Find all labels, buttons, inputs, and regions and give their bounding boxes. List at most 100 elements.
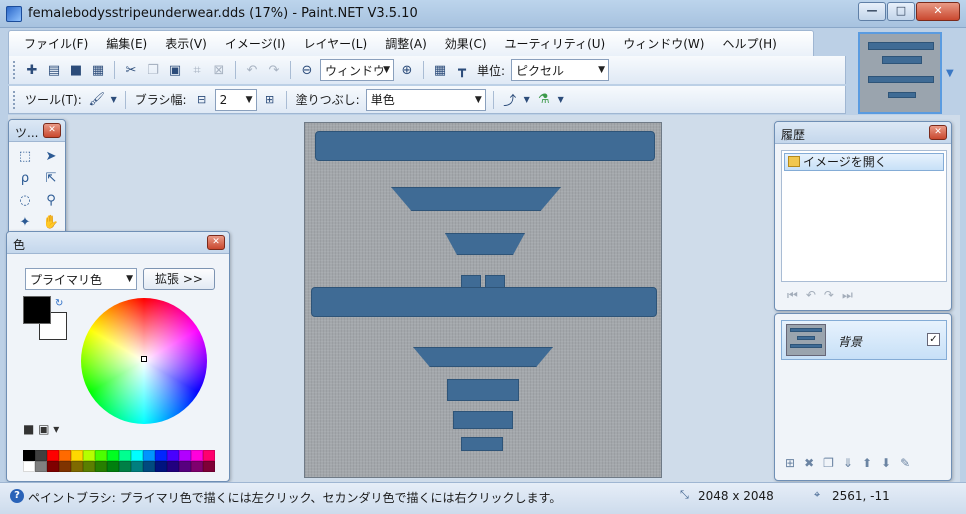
- menu-image[interactable]: イメージ(I): [216, 35, 295, 52]
- fast-forward-icon[interactable]: ⏭: [842, 288, 861, 302]
- merge-down-icon[interactable]: ⇓: [843, 456, 862, 470]
- palette-swatch[interactable]: [47, 461, 59, 472]
- redo-icon[interactable]: ↷: [824, 288, 842, 302]
- palette-swatch[interactable]: [95, 450, 107, 461]
- color-wheel-cursor[interactable]: [141, 356, 147, 362]
- deselect-icon[interactable]: ⊠: [209, 60, 229, 80]
- menu-adjustments[interactable]: 調整(A): [376, 35, 436, 52]
- pan-icon[interactable]: ✋: [40, 212, 62, 232]
- crop-icon[interactable]: ⌗: [187, 60, 207, 80]
- paintnet-app-icon[interactable]: [6, 6, 22, 22]
- zoom-in-icon[interactable]: ⊕: [397, 60, 417, 80]
- zoom-icon[interactable]: ⚲: [40, 190, 62, 210]
- palette-swatch[interactable]: [167, 461, 179, 472]
- palette-swatch[interactable]: [119, 461, 131, 472]
- primary-color-swatch[interactable]: [23, 296, 51, 324]
- palette-swatch[interactable]: [107, 461, 119, 472]
- palette-swatch[interactable]: [167, 450, 179, 461]
- magic-wand-icon[interactable]: ✦: [14, 212, 36, 232]
- layer-visibility-checkbox[interactable]: ✓: [927, 333, 940, 346]
- palette-swatch[interactable]: [179, 450, 191, 461]
- chevron-down-icon[interactable]: ▼: [522, 90, 532, 110]
- palette-swatch[interactable]: [71, 461, 83, 472]
- palette-swatch[interactable]: [131, 450, 143, 461]
- move-down-icon[interactable]: ⬇: [881, 456, 900, 470]
- tools-window-caption[interactable]: ツ... ✕: [9, 120, 65, 142]
- antialiasing-icon[interactable]: ⤴: [500, 90, 520, 110]
- palette-swatch[interactable]: [23, 450, 35, 461]
- open-file-icon[interactable]: ▤: [44, 60, 64, 80]
- image-thumbnail[interactable]: [858, 32, 942, 114]
- redo-icon[interactable]: ↷: [264, 60, 284, 80]
- history-window-caption[interactable]: 履歴 ✕: [775, 122, 951, 144]
- undo-icon[interactable]: ↶: [242, 60, 262, 80]
- menu-window[interactable]: ウィンドウ(W): [614, 35, 713, 52]
- menu-view[interactable]: 表示(V): [156, 35, 216, 52]
- palette-swatch[interactable]: [119, 450, 131, 461]
- paintbrush-icon[interactable]: 🖌: [87, 90, 107, 110]
- palette-swatch[interactable]: [155, 461, 167, 472]
- palette-swatch[interactable]: [23, 461, 35, 472]
- palette-swatch[interactable]: [143, 450, 155, 461]
- color-mode-dropdown[interactable]: プライマリ色 ▼: [25, 268, 137, 290]
- palette-swatch[interactable]: [179, 461, 191, 472]
- menu-edit[interactable]: 編集(E): [97, 35, 156, 52]
- chevron-down-icon[interactable]: ▼: [109, 90, 119, 110]
- grid-icon[interactable]: ▦: [430, 60, 450, 80]
- menu-layers[interactable]: レイヤー(L): [294, 35, 376, 52]
- rectangle-select-icon[interactable]: ⬚: [14, 146, 36, 166]
- undo-icon[interactable]: ↶: [806, 288, 824, 302]
- palette-swatch[interactable]: [155, 450, 167, 461]
- layer-properties-icon[interactable]: ✎: [900, 456, 919, 470]
- copy-icon[interactable]: ❐: [143, 60, 163, 80]
- palette-swatch[interactable]: [203, 461, 215, 472]
- palette-menu-icon[interactable]: ■ ▣ ▾: [23, 422, 59, 436]
- minimize-button[interactable]: —: [858, 2, 886, 21]
- close-icon[interactable]: ✕: [207, 235, 225, 250]
- brush-width-dropdown[interactable]: 2 ▼: [214, 88, 257, 111]
- palette-swatch[interactable]: [203, 450, 215, 461]
- move-icon[interactable]: ⇱: [40, 168, 62, 188]
- delete-layer-icon[interactable]: ✖: [804, 456, 823, 470]
- duplicate-layer-icon[interactable]: ❐: [823, 456, 843, 470]
- menu-help[interactable]: ヘルプ(H): [713, 35, 785, 52]
- palette-swatch[interactable]: [83, 461, 95, 472]
- palette-swatch[interactable]: [83, 450, 95, 461]
- colors-window-caption[interactable]: 色 ✕: [7, 232, 229, 254]
- ruler-icon[interactable]: ┳: [452, 60, 472, 80]
- zoom-out-icon[interactable]: ⊖: [297, 60, 317, 80]
- close-icon[interactable]: ✕: [929, 125, 947, 140]
- fill-dropdown[interactable]: 単色 ▼: [365, 88, 486, 111]
- blend-mode-icon[interactable]: ⚗: [534, 90, 554, 110]
- layer-item[interactable]: 背景 ✓: [781, 320, 947, 360]
- expand-button[interactable]: 拡張 >>: [143, 268, 215, 290]
- palette-swatch[interactable]: [59, 461, 71, 472]
- palette-swatch[interactable]: [143, 461, 155, 472]
- zoom-dropdown[interactable]: ウィンドウ ▼: [320, 59, 394, 81]
- swap-colors-icon[interactable]: ↻: [55, 298, 63, 309]
- new-file-icon[interactable]: ✚: [22, 60, 42, 80]
- palette-swatch[interactable]: [35, 450, 47, 461]
- palette-swatch[interactable]: [107, 450, 119, 461]
- close-button[interactable]: ✕: [916, 2, 960, 21]
- move-selection-icon[interactable]: ➤: [40, 146, 62, 166]
- palette-swatch[interactable]: [71, 450, 83, 461]
- palette-swatch[interactable]: [35, 461, 47, 472]
- history-item[interactable]: イメージを開く: [784, 153, 944, 171]
- print-icon[interactable]: ▦: [88, 60, 108, 80]
- palette-swatch[interactable]: [191, 450, 203, 461]
- menu-effects[interactable]: 効果(C): [436, 35, 496, 52]
- close-icon[interactable]: ✕: [43, 123, 61, 138]
- menu-file[interactable]: ファイル(F): [15, 35, 97, 52]
- menu-utilities[interactable]: ユーティリティ(U): [496, 35, 615, 52]
- lasso-icon[interactable]: ρ: [14, 168, 36, 188]
- chevron-down-icon[interactable]: ▼: [946, 68, 954, 79]
- toolbar-grip[interactable]: [13, 61, 17, 79]
- toolbar-grip[interactable]: [13, 90, 17, 109]
- move-up-icon[interactable]: ⬆: [862, 456, 881, 470]
- chevron-down-icon[interactable]: ▼: [556, 90, 566, 110]
- maximize-button[interactable]: □: [887, 2, 915, 21]
- palette-swatch[interactable]: [59, 450, 71, 461]
- decrease-icon[interactable]: ⊟: [192, 90, 212, 110]
- rewind-icon[interactable]: ⏮: [787, 288, 806, 302]
